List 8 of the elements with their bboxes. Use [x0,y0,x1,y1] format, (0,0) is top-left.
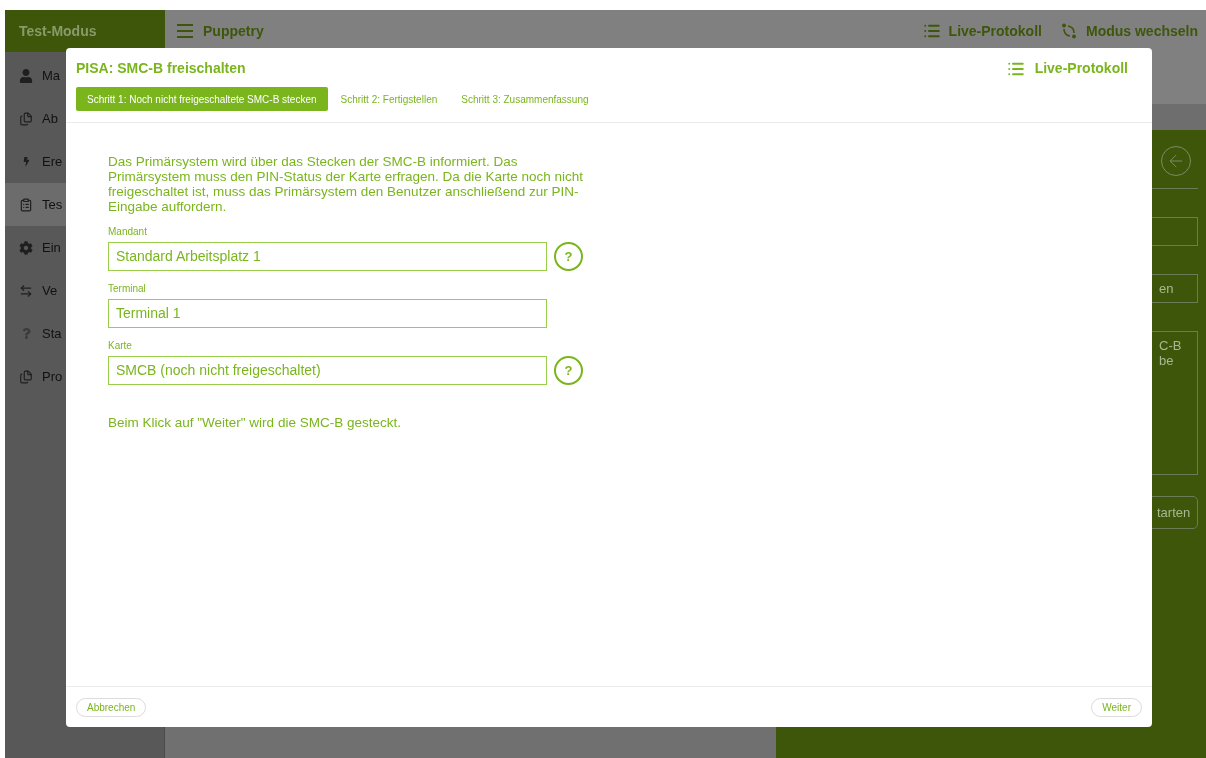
field-label: Terminal [108,282,147,296]
mode-title: Test-Modus [19,21,97,41]
field-label: Mandant [108,225,148,239]
description-text: Das Primärsystem wird über das Stecken der SMC-B informiert. Das Primärsystem muss den PIN-Status der Karte erfragen. Da die Karte noch nicht freigeschaltet ist, muss das Primärsystem den Benutzer anschließend zur PIN-Eingabe auffordern. [108,154,584,214]
dialog-title: PISA: SMC-B freischalten [76,59,246,78]
note-text: Beim Klick auf "Weiter" wird die SMC-B gesteckt. [108,414,402,432]
field-label: Karte [108,339,133,353]
app-name: Puppetry [203,21,264,41]
